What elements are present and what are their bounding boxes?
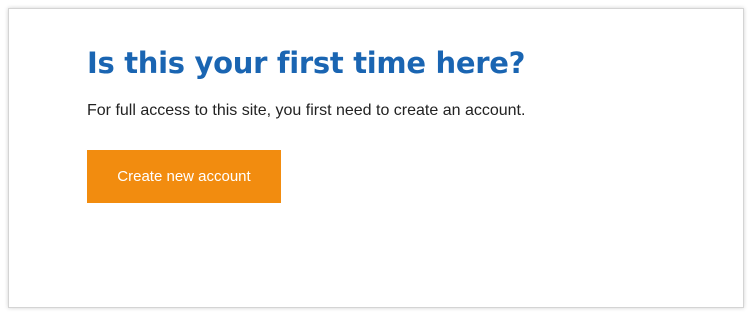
page: Is this your first time here? For full a… — [0, 0, 751, 314]
create-account-button[interactable]: Create new account — [87, 150, 281, 203]
signup-heading: Is this your first time here? — [87, 46, 526, 80]
signup-content: Is this your first time here? For full a… — [87, 44, 525, 203]
signup-panel: Is this your first time here? For full a… — [8, 8, 744, 308]
signup-description: For full access to this site, you first … — [87, 102, 526, 119]
